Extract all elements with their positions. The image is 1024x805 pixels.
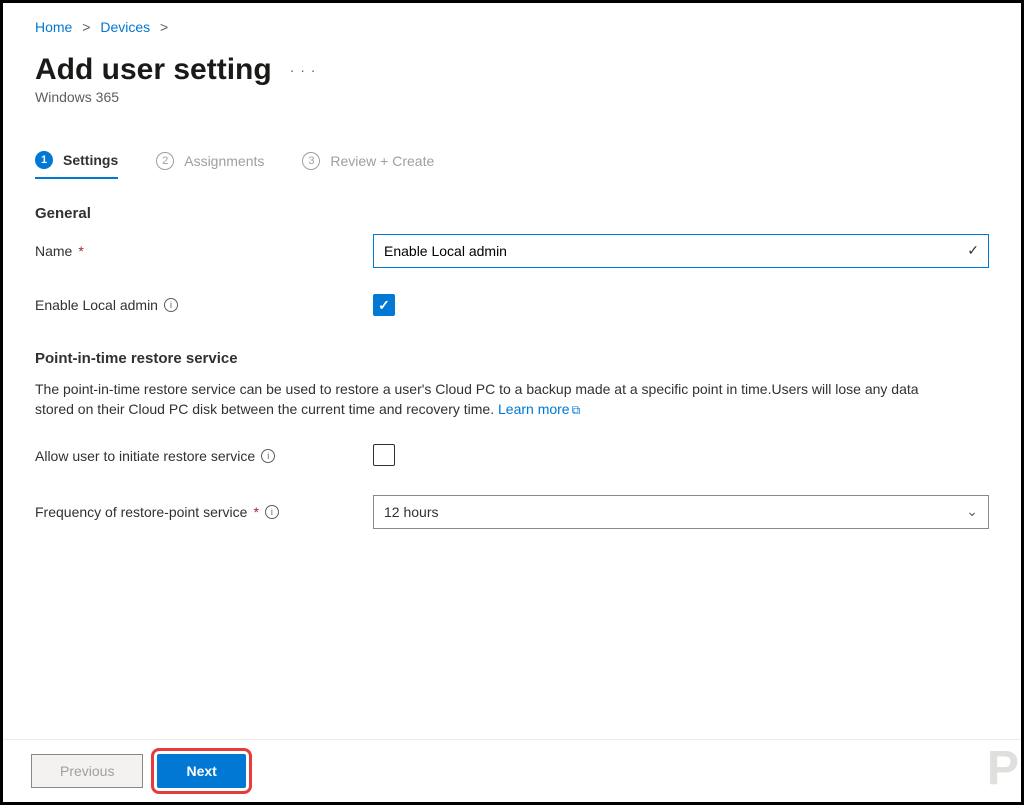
frequency-select[interactable]: 12 hours ⌄ bbox=[373, 495, 989, 529]
tab-settings[interactable]: 1 Settings bbox=[35, 151, 118, 179]
learn-more-link[interactable]: Learn more⧉ bbox=[498, 401, 580, 417]
tab-label: Review + Create bbox=[330, 153, 434, 169]
step-number-icon: 3 bbox=[302, 152, 320, 170]
chevron-right-icon: > bbox=[82, 19, 90, 35]
restore-heading: Point-in-time restore service bbox=[35, 350, 989, 367]
external-link-icon: ⧉ bbox=[572, 403, 581, 417]
allow-restore-checkbox[interactable] bbox=[373, 444, 395, 466]
info-icon[interactable]: i bbox=[261, 449, 275, 463]
tab-review-create[interactable]: 3 Review + Create bbox=[302, 151, 434, 179]
tab-assignments[interactable]: 2 Assignments bbox=[156, 151, 264, 179]
next-button[interactable]: Next bbox=[157, 754, 245, 788]
step-number-icon: 2 bbox=[156, 152, 174, 170]
step-number-icon: 1 bbox=[35, 151, 53, 169]
page-title: Add user setting bbox=[35, 53, 272, 87]
breadcrumb-devices-link[interactable]: Devices bbox=[100, 19, 150, 35]
allow-restore-label: Allow user to initiate restore service bbox=[35, 448, 255, 464]
info-icon[interactable]: i bbox=[265, 505, 279, 519]
enable-local-admin-checkbox[interactable] bbox=[373, 294, 395, 316]
chevron-down-icon: ⌄ bbox=[966, 503, 978, 520]
validation-check-icon: ✓ bbox=[967, 242, 979, 259]
tab-label: Settings bbox=[63, 152, 118, 168]
frequency-value: 12 hours bbox=[384, 504, 438, 520]
restore-description-text: The point-in-time restore service can be… bbox=[35, 381, 919, 417]
restore-description: The point-in-time restore service can be… bbox=[35, 379, 935, 420]
breadcrumb: Home > Devices > bbox=[35, 19, 989, 35]
frequency-label: Frequency of restore-point service bbox=[35, 504, 247, 520]
more-actions-icon[interactable]: · · · bbox=[290, 62, 317, 78]
wizard-footer: Previous Next bbox=[3, 739, 1021, 802]
required-icon: * bbox=[253, 504, 258, 520]
chevron-right-icon: > bbox=[160, 19, 168, 35]
breadcrumb-home-link[interactable]: Home bbox=[35, 19, 72, 35]
general-heading: General bbox=[35, 205, 989, 222]
enable-local-admin-label: Enable Local admin bbox=[35, 297, 158, 313]
page-subtitle: Windows 365 bbox=[35, 89, 989, 105]
required-icon: * bbox=[78, 243, 83, 259]
wizard-tabs: 1 Settings 2 Assignments 3 Review + Crea… bbox=[35, 151, 989, 179]
tab-label: Assignments bbox=[184, 153, 264, 169]
name-label: Name bbox=[35, 243, 72, 259]
watermark-icon: P bbox=[987, 741, 1019, 796]
name-input[interactable] bbox=[373, 234, 989, 268]
previous-button[interactable]: Previous bbox=[31, 754, 143, 788]
info-icon[interactable]: i bbox=[164, 298, 178, 312]
